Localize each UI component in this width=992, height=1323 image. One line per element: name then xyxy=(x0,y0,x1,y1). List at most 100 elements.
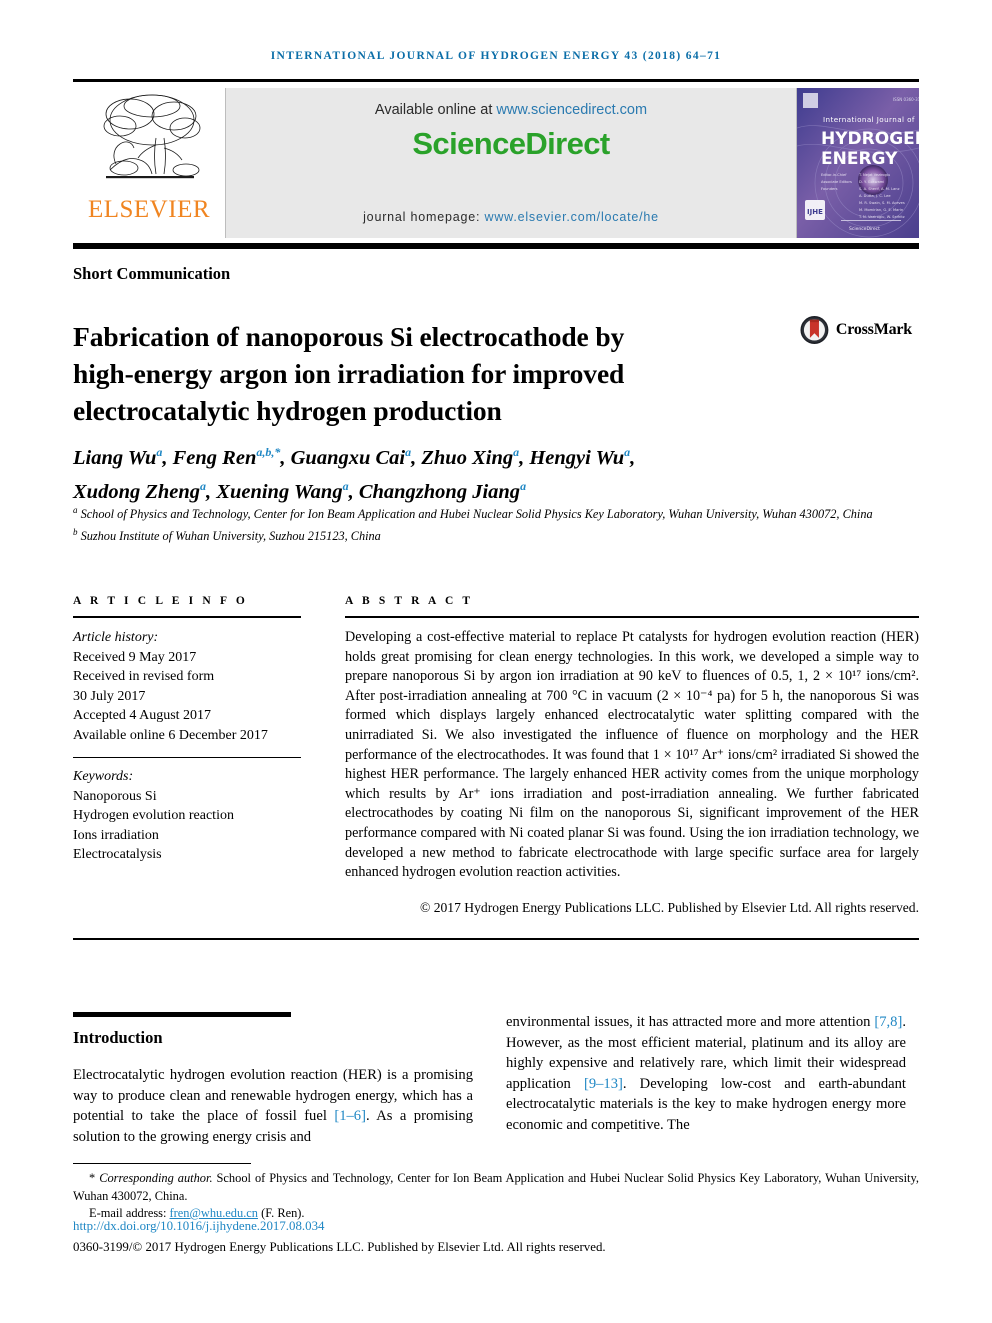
available-online-label: Available online at xyxy=(374,102,497,118)
author-name: Feng Ren xyxy=(172,446,257,469)
article-history-block: Article history: Received 9 May 2017 Rec… xyxy=(73,628,301,745)
section-divider-rule xyxy=(73,243,919,249)
sciencedirect-logo: ScienceDirect xyxy=(412,126,610,161)
svg-text:T. N. Veziroglu, W. Seifritz: T. N. Veziroglu, W. Seifritz xyxy=(858,215,905,219)
author-line-2: Xudong Zhenga, Xuening Wanga, Changzhong… xyxy=(73,478,527,503)
author-list: Liang Wua, Feng Rena,b,*, Guangxu Caia, … xyxy=(73,438,833,506)
svg-text:Editor-in-Chief: Editor-in-Chief xyxy=(821,173,847,177)
article-history-item: 30 July 2017 xyxy=(73,688,146,704)
keywords-rule xyxy=(73,757,301,758)
crossmark-label: CrossMark xyxy=(835,321,912,338)
citation-link[interactable]: [9–13] xyxy=(584,1076,623,1092)
corresponding-author-star: * xyxy=(89,1171,96,1185)
article-history-item: Received 9 May 2017 xyxy=(73,649,197,665)
keyword-item: Hydrogen evolution reaction xyxy=(73,808,234,823)
svg-text:M. R. Swain, S. M. Aceves: M. R. Swain, S. M. Aceves xyxy=(859,201,905,205)
affiliation-b-text: Suzhou Institute of Wuhan University, Su… xyxy=(80,528,381,543)
author-name: Hengyi Wu xyxy=(529,446,625,469)
article-info-column: A R T I C L E I N F O Article history: R… xyxy=(73,595,301,865)
introduction-paragraph-right: environmental issues, it has attracted m… xyxy=(506,1012,906,1135)
author-name: Liang Wu xyxy=(73,446,157,469)
svg-text:International Journal of: International Journal of xyxy=(823,115,915,124)
affiliation-list: a School of Physics and Technology, Cent… xyxy=(73,502,873,545)
abstract-column: A B S T R A C T Developing a cost-effect… xyxy=(345,595,919,917)
keywords-block: Keywords: Nanoporous Si Hydrogen evoluti… xyxy=(73,767,301,865)
abstract-rule xyxy=(345,616,919,618)
affiliation-a-text: School of Physics and Technology, Center… xyxy=(80,507,873,522)
svg-text:ScienceDirect: ScienceDirect xyxy=(849,226,880,232)
introduction-paragraph-left: Electrocatalytic hydrogen evolution reac… xyxy=(73,1065,473,1147)
article-history-item: Available online 6 December 2017 xyxy=(73,727,268,743)
footnote-rule xyxy=(73,1163,251,1165)
corresponding-author-label: Corresponding author. xyxy=(99,1171,213,1185)
author-affiliation-mark: a xyxy=(342,478,349,493)
author-affiliation-mark: a xyxy=(200,478,207,493)
svg-text:T. Nejat Veziroglu: T. Nejat Veziroglu xyxy=(858,173,890,177)
elsevier-tree-icon xyxy=(90,90,208,194)
author-name: Zhuo Xing xyxy=(421,446,514,469)
svg-text:S. A. Sherif, A. M. Lanz: S. A. Sherif, A. M. Lanz xyxy=(859,187,900,191)
abstract-copyright: © 2017 Hydrogen Energy Publications LLC.… xyxy=(419,899,919,915)
sciencedirect-link[interactable]: www.sciencedirect.com xyxy=(496,102,647,118)
svg-text:ISSN 0360-3199: ISSN 0360-3199 xyxy=(893,97,919,102)
crossmark-icon xyxy=(800,316,829,344)
footnote-block: * Corresponding author. School of Physic… xyxy=(73,1170,919,1223)
abstract-text: Developing a cost-effective material to … xyxy=(345,629,919,881)
article-info-rule xyxy=(73,616,301,618)
journal-cover-thumbnail[interactable]: ISSN 0360-3199 International Journal of … xyxy=(797,88,919,238)
page-title: Fabrication of nanoporous Si electrocath… xyxy=(73,321,625,427)
citation-link[interactable]: [7,8] xyxy=(874,1014,902,1030)
author-affiliation-mark: a xyxy=(513,445,520,459)
journal-article-page: International Journal of Hydrogen Energy… xyxy=(0,0,992,1323)
top-rule xyxy=(73,79,919,82)
author-name: Guangxu Cai xyxy=(290,446,406,469)
keyword-item: Ions irradiation xyxy=(73,827,159,843)
svg-text:HYDROGEN: HYDROGEN xyxy=(821,129,919,149)
citation-link[interactable]: [1–6] xyxy=(334,1108,366,1124)
introduction-right-column: environmental issues, it has attracted m… xyxy=(506,1012,906,1135)
author-affiliation-mark: a,b,* xyxy=(256,445,281,459)
journal-homepage-text: journal homepage: www.elsevier.com/locat… xyxy=(226,210,796,224)
author-affiliation-mark: a xyxy=(156,445,163,459)
running-head: International Journal of Hydrogen Energy… xyxy=(270,50,722,62)
journal-banner: ELSEVIER Available online at www.science… xyxy=(73,88,919,238)
author-affiliation-mark: a xyxy=(405,445,412,459)
journal-homepage-label: journal homepage: xyxy=(363,210,485,224)
elsevier-wordmark: ELSEVIER xyxy=(87,196,211,223)
affiliation-b: b Suzhou Institute of Wuhan University, … xyxy=(73,526,381,543)
issn-copyright-line: 0360-3199/© 2017 Hydrogen Energy Publica… xyxy=(73,1240,606,1254)
journal-homepage-link[interactable]: www.elsevier.com/locate/he xyxy=(485,210,659,224)
intro-text-segment: environmental issues, it has attracted m… xyxy=(506,1014,875,1030)
email-label: E-mail address: xyxy=(89,1206,170,1220)
author-affiliation-mark: a xyxy=(520,478,527,493)
keywords-label: Keywords: xyxy=(73,769,134,784)
article-history-item: Accepted 4 August 2017 xyxy=(73,708,212,723)
affiliation-a: a School of Physics and Technology, Cent… xyxy=(73,505,873,522)
author-line-1: Liang Wua, Feng Rena,b,*, Guangxu Caia, … xyxy=(73,445,636,469)
author-name: Xudong Zheng xyxy=(73,480,201,503)
author-name: Xuening Wang xyxy=(216,480,343,503)
svg-text:IJHE: IJHE xyxy=(807,208,823,216)
svg-text:Associate Editors: Associate Editors xyxy=(821,180,852,184)
keyword-item: Nanoporous Si xyxy=(73,788,157,804)
email-link[interactable]: fren@whu.edu.cn xyxy=(170,1206,258,1220)
article-info-heading: A R T I C L E I N F O xyxy=(73,595,248,607)
email-suffix: (F. Ren). xyxy=(258,1206,305,1220)
introduction-heading: Introduction xyxy=(73,1027,163,1047)
introduction-heading-rule xyxy=(73,1012,291,1017)
keyword-item: Electrocatalysis xyxy=(73,847,162,862)
abstract-heading: A B S T R A C T xyxy=(345,595,474,607)
available-online-text: Available online at www.sciencedirect.co… xyxy=(226,102,796,118)
doi-link[interactable]: http://dx.doi.org/10.1016/j.ijhydene.201… xyxy=(73,1219,324,1234)
sciencedirect-banner: Available online at www.sciencedirect.co… xyxy=(225,88,797,238)
corresponding-author-note: * Corresponding author. School of Physic… xyxy=(73,1170,919,1205)
abstract-bottom-rule xyxy=(73,938,919,940)
introduction-left-column: Introduction Electrocatalytic hydrogen e… xyxy=(73,1012,473,1147)
author-affiliation-mark: a xyxy=(624,445,631,459)
author-name: Changzhong Jiang xyxy=(358,480,521,503)
svg-text:ENERGY: ENERGY xyxy=(821,149,898,169)
crossmark-badge[interactable]: CrossMark xyxy=(800,303,912,357)
article-history-label: Article history: xyxy=(73,630,159,645)
svg-text:A. Dutta, J. C. Lee: A. Dutta, J. C. Lee xyxy=(859,194,891,198)
article-history-item: Received in revised form xyxy=(73,669,215,684)
